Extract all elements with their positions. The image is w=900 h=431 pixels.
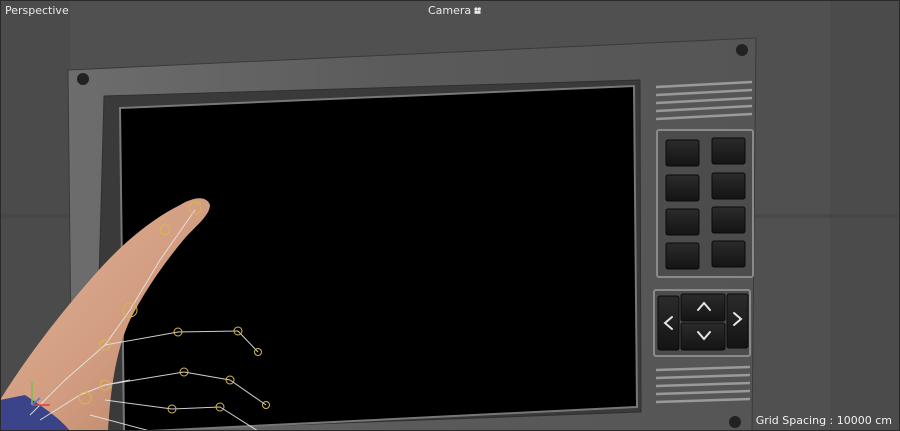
camera-icon[interactable] xyxy=(473,6,482,15)
3d-viewport[interactable]: Perspective Camera Grid Spacing : 10000 … xyxy=(0,0,900,431)
viewport-name[interactable]: Perspective xyxy=(5,4,69,17)
screen xyxy=(118,84,639,431)
dpad-up-button xyxy=(680,293,726,322)
grid-spacing-readout: Grid Spacing : 10000 cm xyxy=(755,414,892,427)
screw xyxy=(736,44,748,56)
dpad-left-button xyxy=(657,295,680,351)
screw xyxy=(77,73,89,85)
camera-selector[interactable]: Camera xyxy=(428,4,482,17)
viewport-scene[interactable] xyxy=(0,0,900,431)
screw xyxy=(729,416,741,428)
camera-label: Camera xyxy=(428,4,472,17)
